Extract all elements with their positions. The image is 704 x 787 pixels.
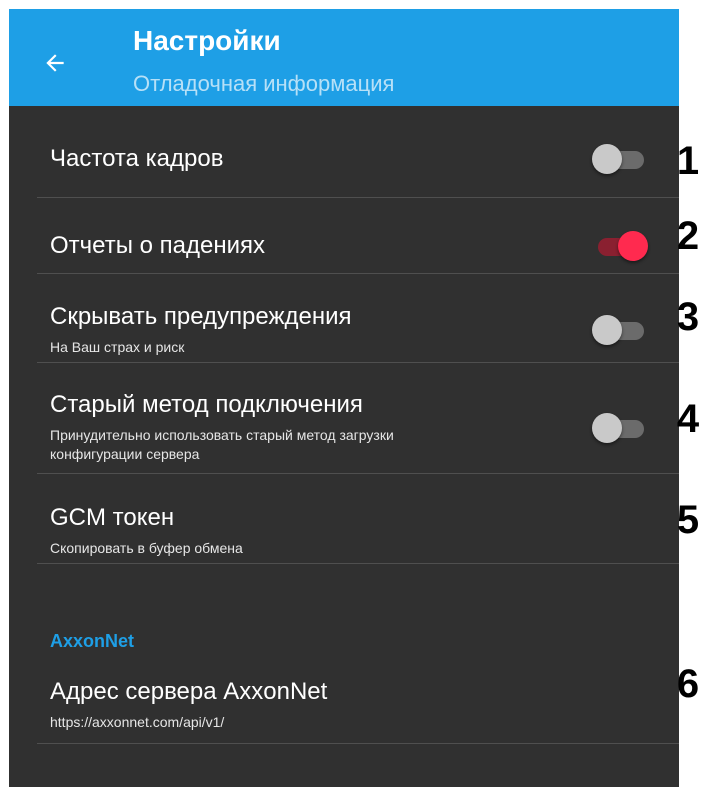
setting-title: GCM токен	[50, 504, 175, 531]
callout-number: 3	[676, 295, 700, 339]
frame-rate-toggle[interactable]	[592, 144, 648, 174]
setting-gcm-token[interactable]: GCM токен Скопировать в буфер обмена	[9, 474, 679, 563]
app-bar: Настройки Отладочная информация	[9, 9, 679, 106]
callout-number: 6	[676, 662, 700, 706]
crash-reports-toggle[interactable]	[592, 231, 648, 261]
setting-title: Адрес сервера AxxonNet	[50, 678, 328, 705]
legacy-connection-toggle[interactable]	[592, 413, 648, 443]
divider	[37, 563, 679, 564]
setting-title: Отчеты о падениях	[50, 232, 265, 259]
setting-summary-line-1: Принудительно использовать старый метод …	[50, 427, 394, 443]
toggle-thumb	[592, 144, 622, 174]
page-subtitle: Отладочная информация	[133, 71, 395, 96]
setting-hide-warnings[interactable]: Скрывать предупреждения На Ваш страх и р…	[9, 274, 679, 362]
setting-title: Частота кадров	[50, 145, 224, 172]
callout-number: 5	[676, 498, 700, 542]
setting-summary: Скопировать в буфер обмена	[50, 540, 243, 556]
section-header-axxonnet: AxxonNet	[50, 631, 135, 651]
setting-legacy-connection[interactable]: Старый метод подключения Принудительно и…	[9, 363, 679, 473]
callout-number: 4	[676, 397, 700, 441]
hide-warnings-toggle[interactable]	[592, 315, 648, 345]
divider	[37, 743, 679, 744]
callout-number: 1	[676, 139, 700, 183]
setting-title: Старый метод подключения	[50, 391, 363, 418]
setting-axxonnet-server[interactable]: Адрес сервера AxxonNet https://axxonnet.…	[9, 654, 679, 743]
arrow-left-icon	[46, 54, 64, 72]
setting-summary-line-2: конфигурации сервера	[50, 446, 200, 462]
setting-title: Скрывать предупреждения	[50, 303, 352, 330]
back-button[interactable]	[35, 43, 75, 83]
setting-frame-rate[interactable]: Частота кадров	[9, 106, 679, 197]
setting-summary: https://axxonnet.com/api/v1/	[50, 714, 225, 730]
setting-crash-reports[interactable]: Отчеты о падениях	[9, 198, 679, 273]
toggle-thumb	[592, 413, 622, 443]
callout-number: 2	[676, 214, 700, 258]
settings-screen: Настройки Отладочная информация Частота …	[9, 9, 679, 787]
toggle-thumb	[592, 315, 622, 345]
setting-summary: На Ваш страх и риск	[50, 339, 185, 355]
page-title: Настройки	[133, 25, 281, 56]
toggle-thumb	[618, 231, 648, 261]
